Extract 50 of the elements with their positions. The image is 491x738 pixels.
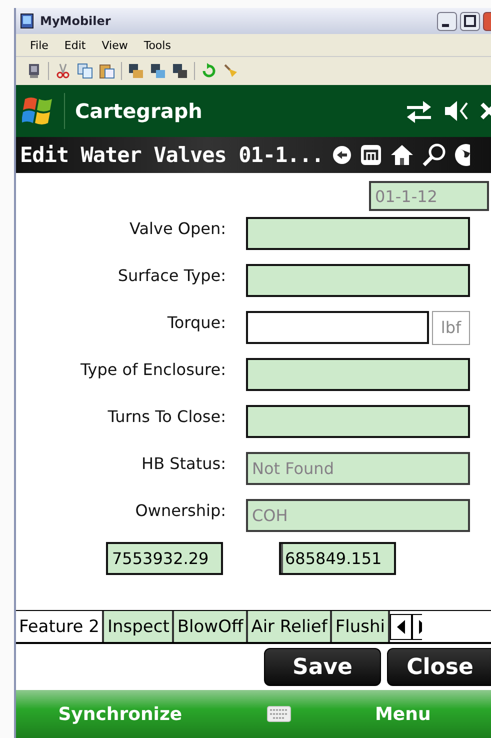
search-icon[interactable] bbox=[422, 143, 446, 167]
menu-item[interactable]: View bbox=[102, 38, 128, 52]
windows-logo-icon[interactable] bbox=[22, 95, 54, 127]
field-label: Type of Enclosure: bbox=[79, 359, 227, 379]
app-title: Cartegraph bbox=[75, 99, 204, 123]
m-logo-icon[interactable] bbox=[360, 144, 382, 166]
tab[interactable]: BlowOff bbox=[174, 611, 248, 642]
field-label: Ownership: bbox=[134, 500, 227, 520]
maximize-icon[interactable] bbox=[460, 12, 480, 30]
unit-label: lbf bbox=[432, 310, 470, 344]
coordinate-field[interactable]: 685849.151 bbox=[279, 542, 396, 575]
input-field[interactable] bbox=[246, 405, 470, 438]
menu-item[interactable]: Edit bbox=[64, 38, 86, 52]
device-icon[interactable] bbox=[26, 63, 42, 79]
window-title: MyMobiler bbox=[40, 14, 112, 28]
connection-icon[interactable] bbox=[405, 99, 433, 123]
input-field[interactable] bbox=[246, 310, 429, 344]
globe-icon[interactable] bbox=[454, 143, 470, 167]
field-label: Valve Open: bbox=[128, 218, 227, 238]
home-icon[interactable] bbox=[390, 144, 414, 166]
input-field[interactable] bbox=[246, 217, 470, 250]
coordinate-field[interactable]: 7553932.29 bbox=[106, 542, 223, 575]
broom-icon[interactable] bbox=[223, 63, 239, 79]
close-icon[interactable] bbox=[483, 12, 491, 30]
tab[interactable]: Inspect bbox=[104, 611, 174, 642]
paste-icon[interactable] bbox=[99, 63, 115, 79]
device-save-icon[interactable] bbox=[150, 63, 166, 79]
cut-icon[interactable] bbox=[55, 63, 71, 79]
page-title: Edit Water Valves 01-1... bbox=[20, 143, 324, 167]
action-button[interactable]: Close bbox=[387, 648, 491, 686]
input-field[interactable] bbox=[246, 264, 470, 297]
field-label: Turns To Close: bbox=[106, 406, 227, 426]
keyboard-icon[interactable] bbox=[266, 706, 291, 722]
device-paste-icon[interactable] bbox=[128, 63, 144, 79]
field-label: Surface Type: bbox=[116, 265, 227, 285]
tab[interactable]: Air Relief bbox=[248, 611, 332, 642]
copy-icon[interactable] bbox=[77, 63, 93, 79]
right-arrow-icon[interactable] bbox=[412, 614, 422, 640]
speaker-icon[interactable] bbox=[443, 99, 469, 123]
tab[interactable]: Flushi bbox=[332, 611, 390, 642]
menu-item[interactable]: File bbox=[30, 38, 48, 52]
app-icon bbox=[20, 13, 34, 29]
minimize-icon[interactable] bbox=[437, 12, 457, 30]
input-field[interactable] bbox=[246, 358, 470, 391]
field-label: HB Status: bbox=[140, 453, 227, 473]
back-icon[interactable] bbox=[332, 145, 352, 165]
menu-item[interactable]: Tools bbox=[144, 38, 171, 52]
field-label: Torque: bbox=[166, 312, 227, 332]
action-button[interactable]: Save bbox=[264, 648, 381, 686]
device-film-icon[interactable] bbox=[172, 63, 188, 79]
